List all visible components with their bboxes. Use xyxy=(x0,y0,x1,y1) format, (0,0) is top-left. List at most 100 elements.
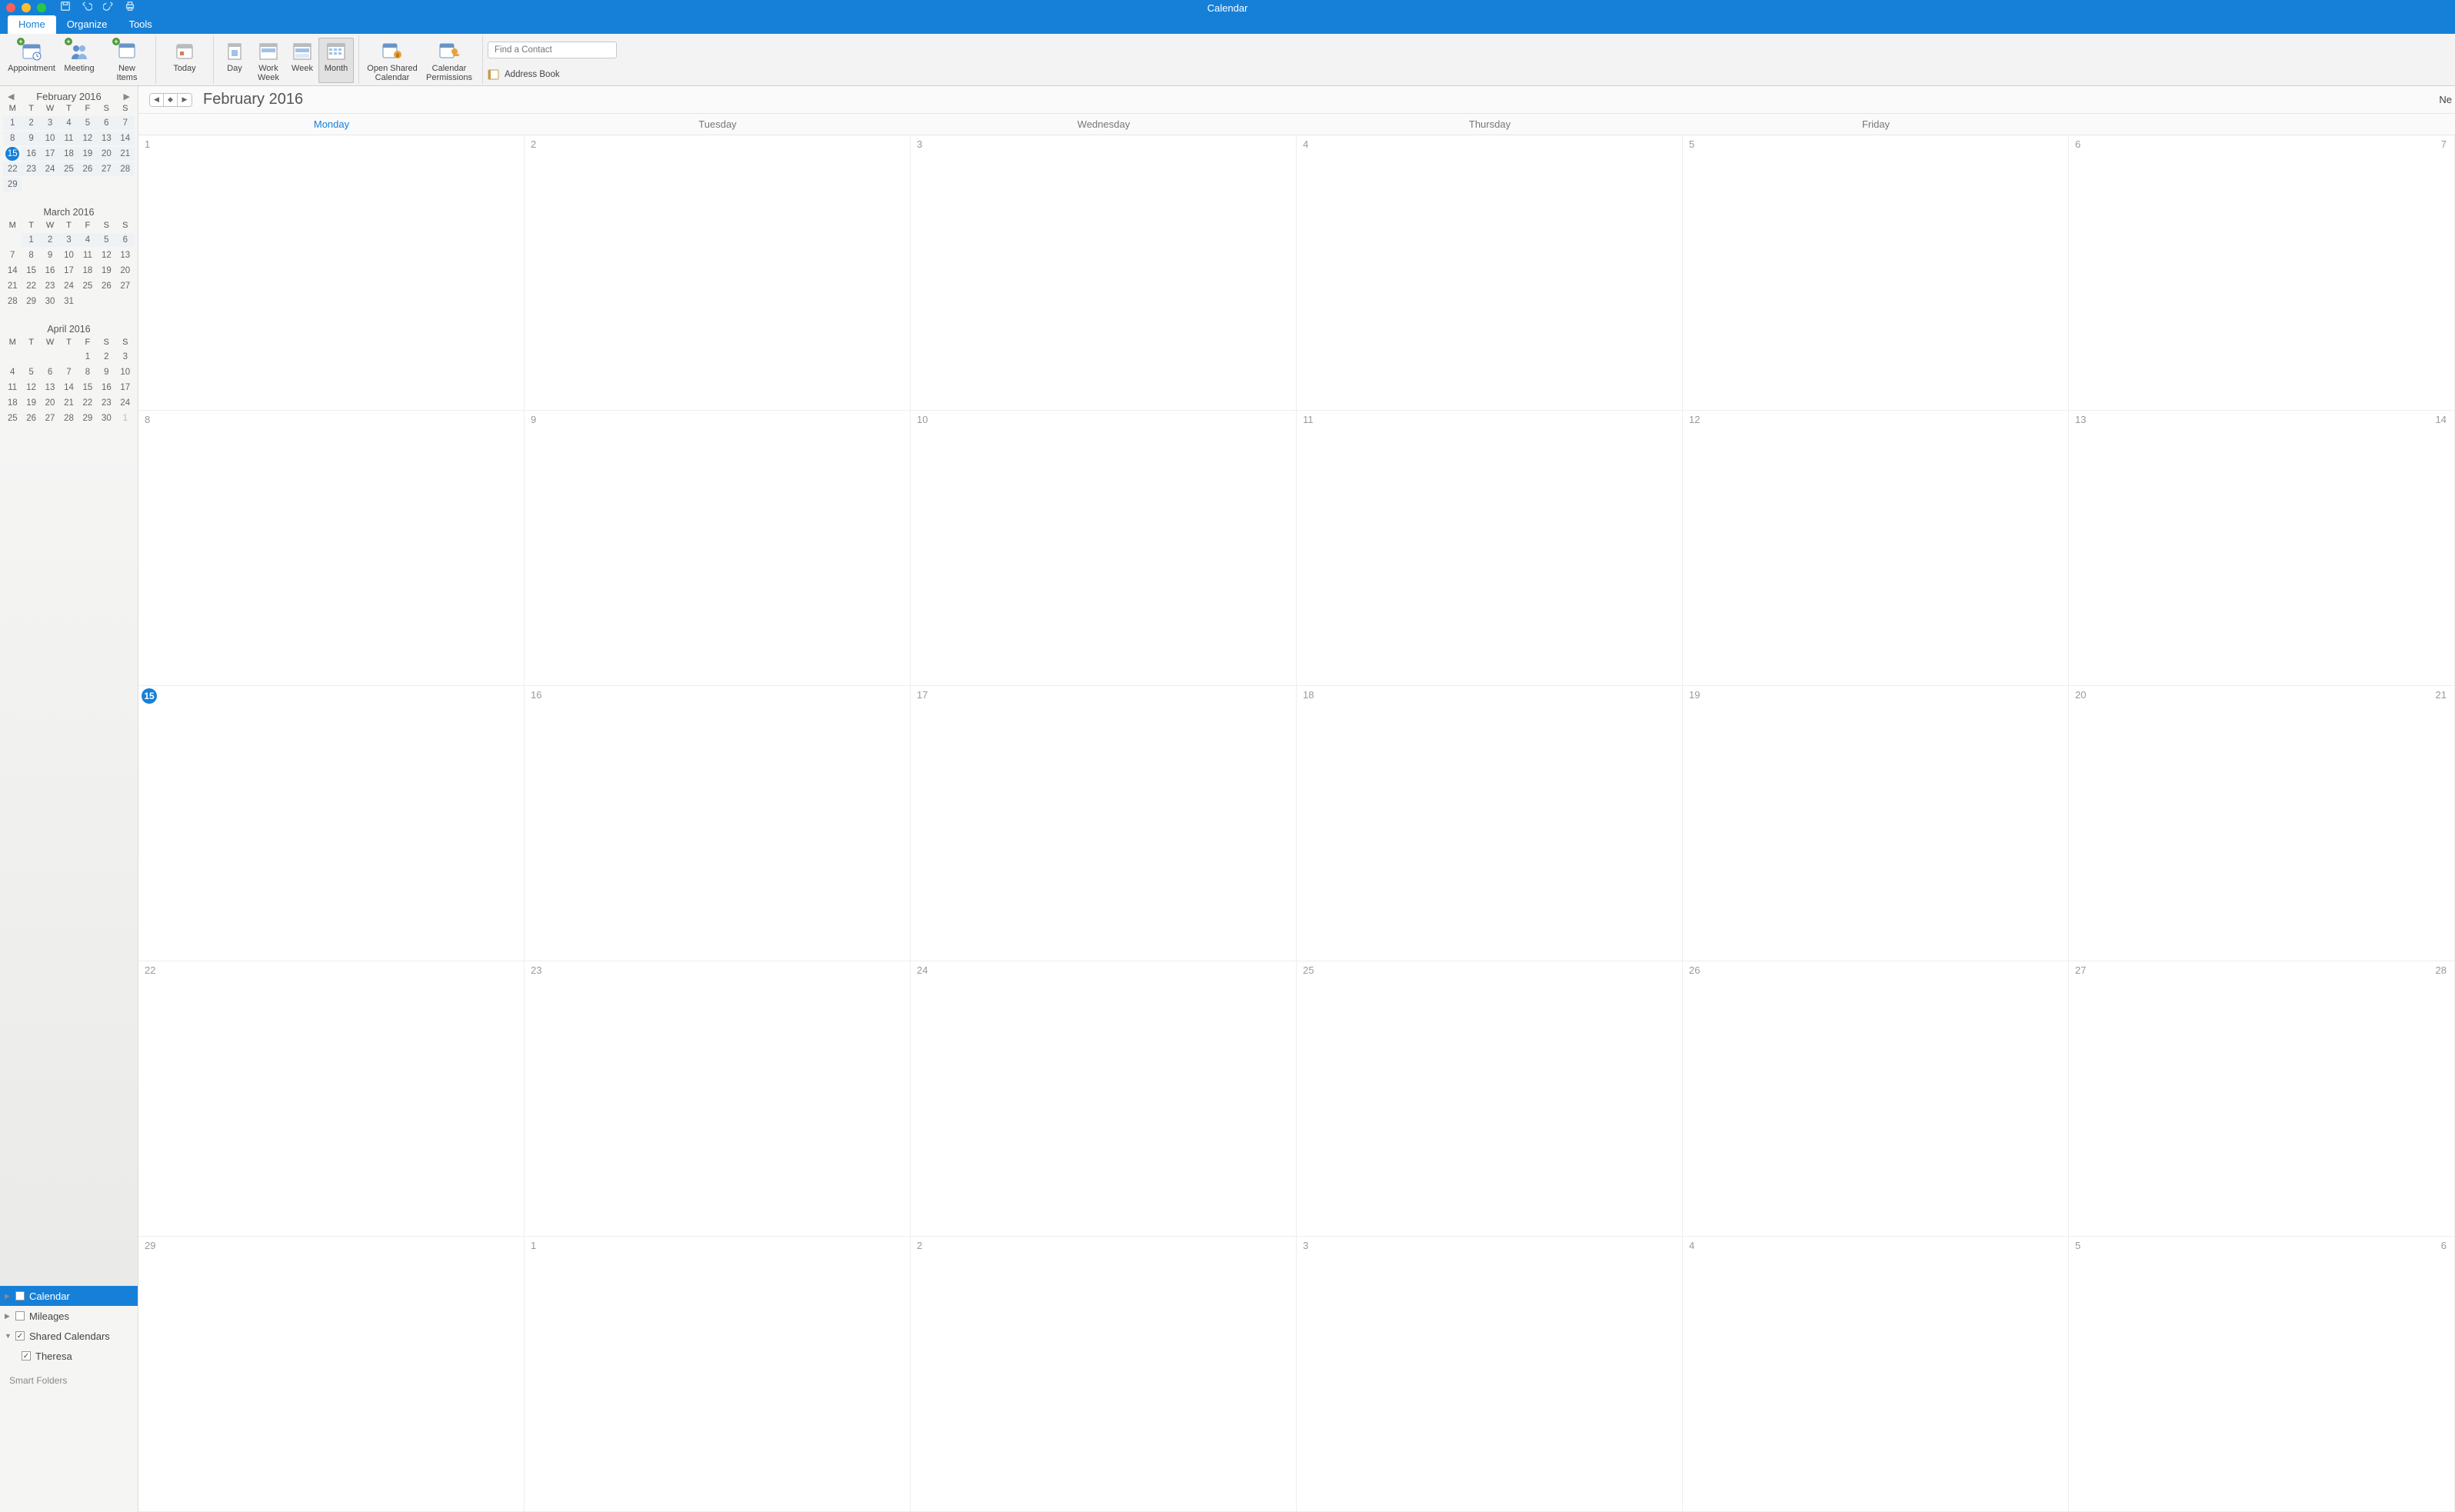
mini-day[interactable]: 27 xyxy=(116,279,135,293)
mini-day[interactable]: 24 xyxy=(59,279,78,293)
find-contact-field[interactable] xyxy=(488,42,617,58)
mini-day-trailing[interactable]: 1 xyxy=(116,411,135,425)
mini-day[interactable]: 7 xyxy=(116,116,135,130)
mini-day[interactable]: 23 xyxy=(22,162,40,176)
day-cell[interactable]: 8 xyxy=(138,411,525,686)
tab-tools[interactable]: Tools xyxy=(118,15,162,34)
day-cell[interactable]: 2728 xyxy=(2069,961,2455,1237)
day-cell[interactable]: 22 xyxy=(138,961,525,1237)
mini-day[interactable]: 1 xyxy=(78,350,97,364)
mini-day[interactable]: 10 xyxy=(116,365,135,379)
calendar-item-mileages[interactable]: ▶ Mileages xyxy=(0,1306,138,1326)
mini-day[interactable]: 13 xyxy=(116,248,135,262)
day-cell[interactable]: 56 xyxy=(2069,1237,2455,1512)
mini-day[interactable]: 22 xyxy=(78,396,97,410)
tab-organize[interactable]: Organize xyxy=(56,15,118,34)
mini-day[interactable]: 6 xyxy=(41,365,59,379)
mini-day[interactable]: 16 xyxy=(97,381,115,395)
mini-day[interactable]: 22 xyxy=(3,162,22,176)
mini-day[interactable]: 8 xyxy=(22,248,40,262)
mini-day[interactable]: 18 xyxy=(3,396,22,410)
mini-day[interactable]: 15 xyxy=(22,264,40,278)
mini-day[interactable]: 5 xyxy=(78,116,97,130)
mini-day[interactable]: 25 xyxy=(59,162,78,176)
open-shared-calendar-button[interactable]: Open Shared Calendar xyxy=(364,38,421,82)
mini-day[interactable]: 5 xyxy=(22,365,40,379)
day-cell[interactable]: 12 xyxy=(1683,411,2069,686)
mini-day[interactable]: 28 xyxy=(59,411,78,425)
mini-day[interactable]: 2 xyxy=(41,233,59,247)
mini-day[interactable]: 20 xyxy=(116,264,135,278)
mini-day[interactable]: 3 xyxy=(41,116,59,130)
day-cell[interactable]: 4 xyxy=(1297,135,1683,411)
mini-day[interactable]: 23 xyxy=(97,396,115,410)
mini-day[interactable]: 2 xyxy=(97,350,115,364)
day-cell[interactable]: 9 xyxy=(525,411,911,686)
mini-day[interactable]: 31 xyxy=(59,295,78,308)
mini-day[interactable]: 21 xyxy=(3,279,22,293)
mini-day[interactable]: 24 xyxy=(116,396,135,410)
mini-day[interactable]: 20 xyxy=(97,147,115,161)
day-cell[interactable]: 1314 xyxy=(2069,411,2455,686)
mini-day[interactable]: 19 xyxy=(97,264,115,278)
month-view-button[interactable]: Month xyxy=(318,38,354,83)
day-cell[interactable]: 2 xyxy=(525,135,911,411)
mini-day[interactable]: 16 xyxy=(41,264,59,278)
mini-day[interactable]: 3 xyxy=(59,233,78,247)
day-cell[interactable]: 19 xyxy=(1683,686,2069,961)
mini-day[interactable]: 23 xyxy=(41,279,59,293)
tab-home[interactable]: Home xyxy=(8,15,56,34)
minimize-window-button[interactable] xyxy=(22,3,31,12)
redo-icon[interactable] xyxy=(103,1,114,15)
mini-day[interactable]: 7 xyxy=(3,248,22,262)
mini-day[interactable]: 29 xyxy=(78,411,97,425)
mini-day[interactable]: 19 xyxy=(22,396,40,410)
day-cell[interactable]: 25 xyxy=(1297,961,1683,1237)
day-cell[interactable]: 26 xyxy=(1683,961,2069,1237)
undo-icon[interactable] xyxy=(82,1,92,15)
mini-day[interactable]: 10 xyxy=(59,248,78,262)
mini-day[interactable]: 27 xyxy=(41,411,59,425)
day-cell[interactable]: 5 xyxy=(1683,135,2069,411)
day-cell[interactable]: 18 xyxy=(1297,686,1683,961)
day-cell[interactable]: 24 xyxy=(911,961,1297,1237)
address-book-button[interactable]: Address Book xyxy=(488,69,560,80)
mini-day[interactable]: 12 xyxy=(97,248,115,262)
mini-day[interactable]: 13 xyxy=(41,381,59,395)
day-cell[interactable]: 15 xyxy=(138,686,525,961)
minical-next-button[interactable]: ▶ xyxy=(124,92,130,102)
appointment-button[interactable]: + Appointment xyxy=(8,38,55,82)
mini-day[interactable]: 22 xyxy=(22,279,40,293)
mini-day[interactable]: 16 xyxy=(22,147,40,161)
mini-day[interactable]: 9 xyxy=(97,365,115,379)
mini-day[interactable]: 10 xyxy=(41,132,59,145)
day-cell[interactable]: 10 xyxy=(911,411,1297,686)
day-cell[interactable]: 23 xyxy=(525,961,911,1237)
checkbox-checked-icon[interactable] xyxy=(22,1351,31,1360)
day-cell[interactable]: 11 xyxy=(1297,411,1683,686)
day-cell[interactable]: 29 xyxy=(138,1237,525,1512)
mini-day[interactable]: 27 xyxy=(97,162,115,176)
mini-day[interactable]: 25 xyxy=(78,279,97,293)
mini-day[interactable]: 29 xyxy=(22,295,40,308)
mini-day[interactable]: 6 xyxy=(97,116,115,130)
mini-day[interactable]: 4 xyxy=(59,116,78,130)
day-view-button[interactable]: Day xyxy=(218,38,251,82)
today-button[interactable]: Today xyxy=(161,38,208,82)
day-cell[interactable]: 16 xyxy=(525,686,911,961)
new-items-button[interactable]: + New Items xyxy=(103,38,151,82)
mini-day[interactable]: 2 xyxy=(22,116,40,130)
mini-day[interactable]: 15 xyxy=(78,381,97,395)
mini-day[interactable]: 14 xyxy=(59,381,78,395)
day-cell[interactable]: 3 xyxy=(911,135,1297,411)
mini-day[interactable]: 26 xyxy=(78,162,97,176)
day-cell[interactable]: 3 xyxy=(1297,1237,1683,1512)
mini-day[interactable]: 17 xyxy=(41,147,59,161)
mini-day[interactable]: 26 xyxy=(22,411,40,425)
mini-day[interactable]: 30 xyxy=(97,411,115,425)
mini-day[interactable]: 4 xyxy=(78,233,97,247)
nav-back-button[interactable]: ◀ xyxy=(150,94,164,106)
mini-day[interactable]: 28 xyxy=(116,162,135,176)
mini-day[interactable]: 17 xyxy=(59,264,78,278)
mini-day[interactable]: 3 xyxy=(116,350,135,364)
